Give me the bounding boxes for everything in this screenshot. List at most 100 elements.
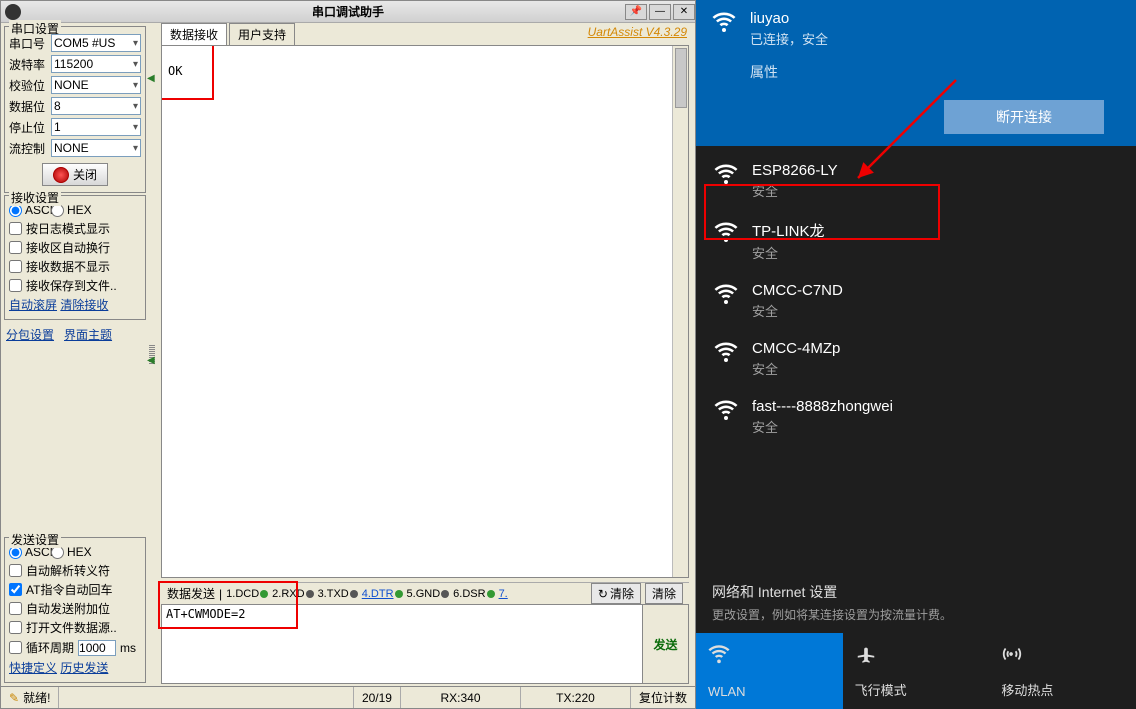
parse-escape-check[interactable]: 自动解析转义符: [9, 562, 141, 579]
sig-txd: 3.TXD: [318, 588, 358, 600]
tab-recv[interactable]: 数据接收: [161, 23, 227, 45]
cycle-input[interactable]: [78, 640, 116, 656]
open-file-check[interactable]: 打开文件数据源..: [9, 619, 141, 636]
baud-combo[interactable]: 115200: [51, 55, 141, 73]
network-sub: 安全: [752, 181, 838, 200]
cycle-check[interactable]: [9, 641, 22, 654]
network-sub: 安全: [752, 243, 825, 262]
cycle-label: 循环周期: [26, 639, 74, 656]
send-button[interactable]: 发送: [642, 605, 688, 683]
network-name: TP-LINK龙: [752, 220, 825, 241]
wifi-icon: [714, 398, 738, 422]
version-link[interactable]: UartAssist V4.3.29: [588, 25, 687, 39]
titlebar: 串口调试助手 📌 — ✕: [1, 1, 695, 23]
vertical-splitter[interactable]: ◀ ◀: [149, 23, 155, 686]
status-count: 20/19: [354, 687, 401, 708]
connected-name: liuyao: [750, 10, 828, 27]
network-item[interactable]: TP-LINK龙安全: [696, 210, 1136, 272]
network-list: ESP8266-LY安全 TP-LINK龙安全 CMCC-C7ND安全 CMCC…: [696, 146, 1136, 574]
serial-assistant-window: 串口调试助手 📌 — ✕ 串口设置 串口号COM5 #US 波特率115200 …: [0, 0, 696, 709]
wifi-flyout: liuyao 已连接，安全 属性 断开连接 ESP8266-LY 安全 TP-LI…: [696, 0, 1136, 709]
wifi-icon: [714, 220, 738, 244]
network-item[interactable]: ESP8266-LY 安全: [696, 152, 1136, 210]
auto-scroll-link[interactable]: 自动滚屏: [9, 298, 57, 312]
reset-count-button[interactable]: 复位计数: [631, 689, 695, 706]
tile-wlan[interactable]: WLAN: [696, 633, 843, 709]
recv-settings-group: 接收设置 ASCII HEX 按日志模式显示 接收区自动换行 接收数据不显示 接…: [4, 195, 146, 320]
sig-gnd: 5.GND: [407, 588, 450, 600]
network-item[interactable]: CMCC-C7ND 安全: [696, 272, 1136, 330]
cycle-unit: ms: [120, 641, 136, 655]
network-name: CMCC-C7ND: [752, 282, 843, 299]
tile-airplane[interactable]: 飞行模式: [843, 633, 990, 709]
network-sub: 安全: [752, 417, 893, 436]
baud-label: 波特率: [9, 56, 47, 73]
airplane-icon: [855, 643, 877, 665]
sig-dsr: 6.DSR: [453, 588, 494, 600]
theme-link[interactable]: 界面主题: [64, 328, 112, 342]
close-button[interactable]: ✕: [673, 4, 695, 20]
left-settings-panel: 串口设置 串口号COM5 #US 波特率115200 校验位NONE 数据位8 …: [1, 23, 149, 686]
sig-dtr[interactable]: 4.DTR: [362, 588, 403, 600]
stop-combo[interactable]: 1: [51, 118, 141, 136]
properties-link[interactable]: 属性: [750, 62, 1120, 82]
send-settings-group: 发送设置 ASCII HEX 自动解析转义符 AT指令自动回车 自动发送附加位 …: [4, 537, 146, 683]
network-settings-link[interactable]: 网络和 Internet 设置 更改设置，例如将某连接设置为按流量计费。: [696, 574, 1136, 633]
network-name: ESP8266-LY: [752, 162, 838, 179]
parity-label: 校验位: [9, 77, 47, 94]
recv-settings-legend: 接收设置: [9, 189, 61, 206]
pkg-settings-link[interactable]: 分包设置: [6, 328, 54, 342]
window-title: 串口调试助手: [312, 3, 384, 20]
port-settings-group: 串口设置 串口号COM5 #US 波特率115200 校验位NONE 数据位8 …: [4, 26, 146, 193]
annotation-rect-recv: [161, 45, 214, 100]
clear-recv-link[interactable]: 清除接收: [60, 298, 108, 312]
append-bits-check[interactable]: 自动发送附加位: [9, 600, 141, 617]
clear-send-button[interactable]: 清除: [591, 583, 641, 604]
wifi-icon: [708, 643, 730, 665]
data-label: 数据位: [9, 98, 47, 115]
flow-combo[interactable]: NONE: [51, 139, 141, 157]
port-label: 串口号: [9, 35, 47, 52]
tile-hotspot[interactable]: 移动热点: [989, 633, 1136, 709]
network-sub: 安全: [752, 301, 843, 320]
sig-7[interactable]: 7.: [499, 588, 508, 600]
parity-combo[interactable]: NONE: [51, 76, 141, 94]
close-port-button[interactable]: 关闭: [42, 163, 108, 186]
connected-status: 已连接，安全: [750, 29, 828, 48]
network-item[interactable]: fast----8888zhongwei 安全: [696, 388, 1136, 446]
network-name: fast----8888zhongwei: [752, 398, 893, 415]
send-settings-legend: 发送设置: [9, 531, 61, 548]
hide-recv-check[interactable]: 接收数据不显示: [9, 258, 141, 275]
wifi-icon: [712, 10, 736, 34]
auto-wrap-check[interactable]: 接收区自动换行: [9, 239, 141, 256]
log-mode-check[interactable]: 按日志模式显示: [9, 220, 141, 237]
status-tx: TX:220: [521, 687, 631, 708]
data-combo[interactable]: 8: [51, 97, 141, 115]
app-icon: [5, 4, 21, 20]
minimize-button[interactable]: —: [649, 4, 671, 20]
settings-sub: 更改设置，例如将某连接设置为按流量计费。: [712, 606, 1120, 623]
shortcut-link[interactable]: 快捷定义: [9, 661, 57, 675]
at-autocr-check[interactable]: AT指令自动回车: [9, 581, 141, 598]
recv-textarea[interactable]: OK: [161, 45, 689, 578]
quick-tiles: WLAN 飞行模式 移动热点: [696, 633, 1136, 709]
history-link[interactable]: 历史发送: [60, 661, 108, 675]
disconnect-button[interactable]: 断开连接: [944, 100, 1104, 134]
network-item[interactable]: CMCC-4MZp 安全: [696, 330, 1136, 388]
port-combo[interactable]: COM5 #US: [51, 34, 141, 52]
clear-send-button-2[interactable]: 清除: [645, 583, 683, 604]
wifi-icon: [714, 162, 738, 186]
pin-button[interactable]: 📌: [625, 4, 647, 20]
wifi-icon: [714, 282, 738, 306]
status-ready: 就绪!: [1, 687, 59, 708]
tab-support[interactable]: 用户支持: [229, 23, 295, 45]
flow-label: 流控制: [9, 140, 47, 157]
statusbar: 就绪! 20/19 RX:340 TX:220 复位计数: [1, 686, 695, 708]
recv-scrollbar[interactable]: [672, 46, 688, 577]
network-sub: 安全: [752, 359, 840, 378]
connected-network[interactable]: liuyao 已连接，安全 属性 断开连接: [696, 0, 1136, 146]
network-name: CMCC-4MZp: [752, 340, 840, 357]
wifi-icon: [714, 340, 738, 364]
stop-label: 停止位: [9, 119, 47, 136]
save-file-check[interactable]: 接收保存到文件..: [9, 277, 141, 294]
